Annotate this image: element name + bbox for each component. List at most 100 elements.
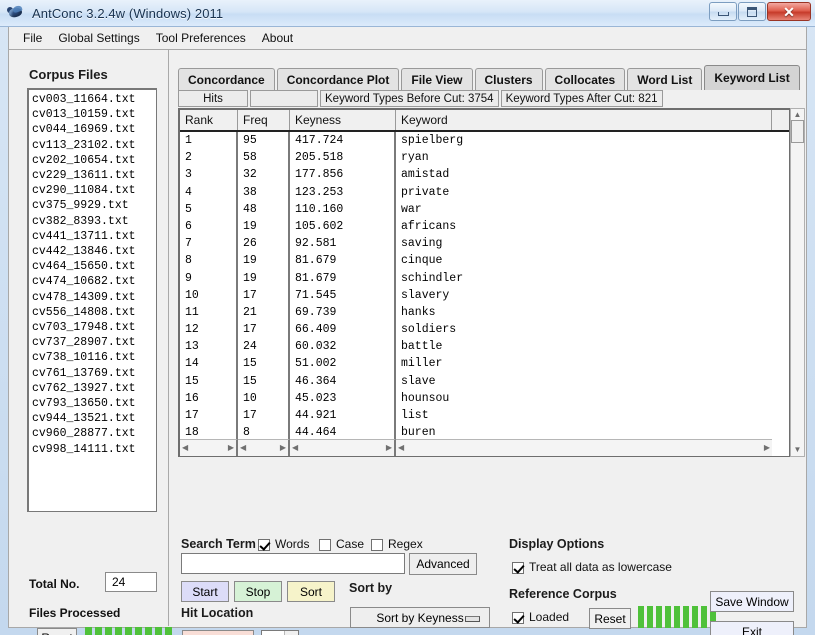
- corpus-file-item[interactable]: cv113_23102.txt: [32, 138, 156, 153]
- corpus-file-item[interactable]: cv202_10654.txt: [32, 153, 156, 168]
- search-only-button[interactable]: Search Only: [182, 630, 254, 635]
- scroll-left-icon[interactable]: ◀: [182, 444, 188, 452]
- cell-freq[interactable]: 19: [238, 270, 288, 287]
- corpus-file-item[interactable]: cv761_13769.txt: [32, 366, 156, 381]
- cell-rank[interactable]: 13: [180, 338, 236, 355]
- cell-rank[interactable]: 2: [180, 149, 236, 166]
- cell-rank[interactable]: 10: [180, 287, 236, 304]
- cell-keyness[interactable]: 44.921: [290, 407, 394, 424]
- cell-keyword[interactable]: soldiers: [396, 321, 772, 338]
- cell-rank[interactable]: 11: [180, 304, 236, 321]
- cell-freq[interactable]: 48: [238, 201, 288, 218]
- corpus-file-item[interactable]: cv793_13650.txt: [32, 396, 156, 411]
- tab-keyword-list[interactable]: Keyword List: [704, 65, 799, 90]
- corpus-file-item[interactable]: cv998_14111.txt: [32, 442, 156, 457]
- corpus-file-item[interactable]: cv442_13846.txt: [32, 244, 156, 259]
- close-button[interactable]: ✕: [767, 2, 811, 21]
- regex-checkbox[interactable]: [371, 539, 383, 551]
- corpus-file-item[interactable]: cv474_10682.txt: [32, 274, 156, 289]
- cell-keyness[interactable]: 177.856: [290, 166, 394, 183]
- corpus-file-item[interactable]: cv960_28877.txt: [32, 426, 156, 441]
- corpus-file-item[interactable]: cv703_17948.txt: [32, 320, 156, 335]
- hscroll-rank[interactable]: ◀▶: [180, 439, 238, 456]
- tab-concordance-plot[interactable]: Concordance Plot: [277, 68, 400, 90]
- scroll-down-icon[interactable]: ▼: [794, 446, 802, 454]
- column-header-keyness[interactable]: Keyness: [290, 110, 396, 130]
- stop-button[interactable]: Stop: [234, 581, 282, 602]
- hscroll-keyness[interactable]: ◀▶: [290, 439, 396, 456]
- scroll-right-icon[interactable]: ▶: [764, 444, 770, 452]
- save-window-button[interactable]: Save Window: [710, 591, 794, 612]
- case-checkbox[interactable]: [319, 539, 331, 551]
- cell-rank[interactable]: 16: [180, 390, 236, 407]
- scroll-up-icon[interactable]: ▲: [794, 111, 802, 119]
- cell-keyword[interactable]: amistad: [396, 166, 772, 183]
- vertical-scrollbar[interactable]: ▲ ▼: [790, 108, 805, 457]
- cell-keyword[interactable]: hanks: [396, 304, 772, 321]
- cell-rank[interactable]: 7: [180, 235, 236, 252]
- cell-rank[interactable]: 3: [180, 166, 236, 183]
- corpus-file-item[interactable]: cv382_8393.txt: [32, 214, 156, 229]
- cell-rank[interactable]: 15: [180, 373, 236, 390]
- tab-clusters[interactable]: Clusters: [475, 68, 543, 90]
- cell-freq[interactable]: 32: [238, 166, 288, 183]
- cell-keyness[interactable]: 81.679: [290, 252, 394, 269]
- cell-keyword[interactable]: hounsou: [396, 390, 772, 407]
- corpus-file-item[interactable]: cv229_13611.txt: [32, 168, 156, 183]
- cell-keyword[interactable]: war: [396, 201, 772, 218]
- cell-freq[interactable]: 38: [238, 184, 288, 201]
- corpus-file-item[interactable]: cv737_28907.txt: [32, 335, 156, 350]
- menu-about[interactable]: About: [254, 29, 301, 47]
- cell-keyword[interactable]: saving: [396, 235, 772, 252]
- cell-rank[interactable]: 12: [180, 321, 236, 338]
- cell-freq[interactable]: 10: [238, 390, 288, 407]
- corpus-file-item[interactable]: cv464_15650.txt: [32, 259, 156, 274]
- cell-keyness[interactable]: 45.023: [290, 390, 394, 407]
- corpus-file-item[interactable]: cv013_10159.txt: [32, 107, 156, 122]
- cell-keyness[interactable]: 60.032: [290, 338, 394, 355]
- cell-freq[interactable]: 26: [238, 235, 288, 252]
- cell-keyness[interactable]: 110.160: [290, 201, 394, 218]
- cell-rank[interactable]: 5: [180, 201, 236, 218]
- scroll-left-icon[interactable]: ◀: [240, 444, 246, 452]
- menu-global-settings[interactable]: Global Settings: [50, 29, 147, 47]
- cell-keyness[interactable]: 105.602: [290, 218, 394, 235]
- cell-keyword[interactable]: africans: [396, 218, 772, 235]
- cell-freq[interactable]: 95: [238, 132, 288, 149]
- cell-keyness[interactable]: 205.518: [290, 149, 394, 166]
- menu-tool-preferences[interactable]: Tool Preferences: [148, 29, 254, 47]
- sort-by-dropdown[interactable]: Sort by Keyness: [350, 607, 490, 628]
- cell-rank[interactable]: 6: [180, 218, 236, 235]
- cell-rank[interactable]: 8: [180, 252, 236, 269]
- tab-word-list[interactable]: Word List: [627, 68, 702, 90]
- exit-button[interactable]: Exit: [710, 621, 794, 635]
- scrollbar-thumb[interactable]: [791, 120, 804, 143]
- lowercase-checkbox[interactable]: [512, 562, 524, 574]
- cell-freq[interactable]: 58: [238, 149, 288, 166]
- corpus-file-item[interactable]: cv375_9929.txt: [32, 198, 156, 213]
- cell-keyword[interactable]: cinque: [396, 252, 772, 269]
- tab-concordance[interactable]: Concordance: [178, 68, 275, 90]
- cell-keyword[interactable]: battle: [396, 338, 772, 355]
- cell-freq[interactable]: 17: [238, 287, 288, 304]
- corpus-file-item[interactable]: cv003_11664.txt: [32, 92, 156, 107]
- loaded-checkbox[interactable]: [512, 612, 524, 624]
- start-button[interactable]: Start: [181, 581, 229, 602]
- cell-freq[interactable]: 19: [238, 252, 288, 269]
- advanced-button[interactable]: Advanced: [409, 553, 477, 575]
- cell-freq[interactable]: 15: [238, 373, 288, 390]
- cell-keyword[interactable]: miller: [396, 355, 772, 372]
- words-checkbox[interactable]: [258, 539, 270, 551]
- hit-location-stepper[interactable]: 0 ▲▼: [261, 630, 299, 635]
- corpus-file-list[interactable]: cv003_11664.txtcv013_10159.txtcv044_1696…: [27, 88, 157, 512]
- scroll-left-icon[interactable]: ◀: [398, 444, 404, 452]
- cell-keyword[interactable]: slave: [396, 373, 772, 390]
- tab-collocates[interactable]: Collocates: [545, 68, 626, 90]
- cell-keyness[interactable]: 69.739: [290, 304, 394, 321]
- cell-rank[interactable]: 17: [180, 407, 236, 424]
- corpus-file-item[interactable]: cv290_11084.txt: [32, 183, 156, 198]
- cell-rank[interactable]: 4: [180, 184, 236, 201]
- cell-freq[interactable]: 21: [238, 304, 288, 321]
- cell-freq[interactable]: 17: [238, 407, 288, 424]
- cell-keyness[interactable]: 51.002: [290, 355, 394, 372]
